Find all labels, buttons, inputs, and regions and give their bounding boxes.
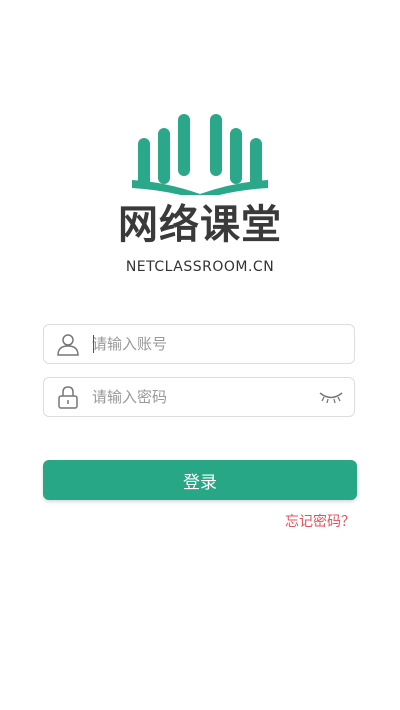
account-input[interactable] — [92, 325, 312, 363]
lock-icon — [58, 386, 78, 409]
open-book-icon — [132, 114, 268, 195]
user-icon — [57, 334, 79, 356]
forgot-password-link[interactable]: 忘记密码？ — [285, 513, 355, 531]
brand-logo: 网络课堂 NETCLASSROOM.CN — [100, 110, 300, 280]
password-field[interactable] — [43, 377, 355, 417]
brand-domain: NETCLASSROOM.CN — [125, 259, 275, 275]
eye-closed-icon[interactable] — [318, 388, 344, 406]
account-field[interactable] — [43, 324, 355, 364]
login-button[interactable]: 登录 — [43, 460, 357, 500]
password-input[interactable] — [92, 378, 312, 416]
text-cursor — [93, 335, 94, 353]
brand-name: 网络课堂 — [118, 202, 282, 248]
